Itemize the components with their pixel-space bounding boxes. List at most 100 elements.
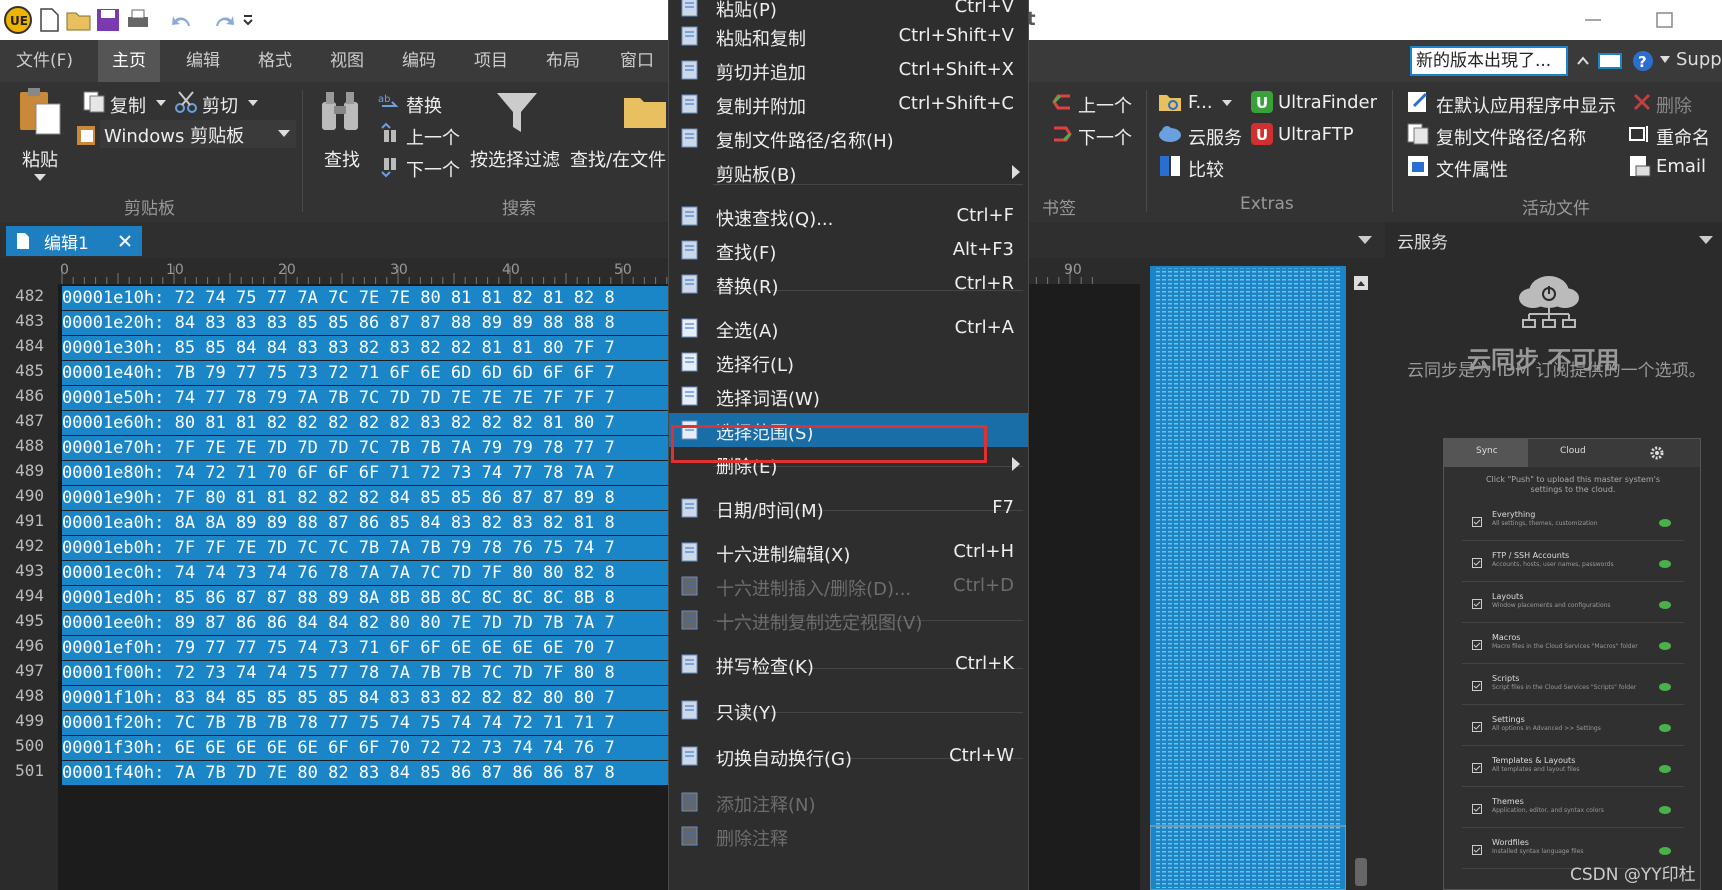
keyboard-icon[interactable] — [1598, 52, 1622, 70]
hex-line[interactable]: 00001e80h: 74 72 71 70 6F 6F 6F 71 72 73… — [62, 461, 672, 485]
email-icon[interactable] — [1628, 154, 1652, 178]
bookmark-prev-label[interactable]: 上一个 — [1078, 92, 1132, 118]
ultrafinder-label[interactable]: UltraFinder — [1278, 92, 1377, 113]
menu-layout[interactable]: 布局 — [546, 40, 580, 82]
paste-icon[interactable] — [16, 86, 62, 136]
hex-line[interactable]: 00001e20h: 84 83 83 83 85 85 86 87 87 88… — [62, 311, 672, 335]
menu-item-clipboard[interactable]: 剪贴板(B) — [669, 155, 1028, 189]
scissors-icon[interactable] — [174, 90, 198, 114]
find-label[interactable]: 查找 — [324, 146, 360, 172]
replace-icon[interactable]: ab — [378, 90, 402, 114]
file-properties-icon[interactable] — [1406, 154, 1430, 178]
email-label[interactable]: Email — [1656, 156, 1706, 177]
open-folder-icon[interactable] — [66, 8, 92, 32]
hex-line[interactable]: 00001ee0h: 89 87 86 86 84 84 82 80 80 7E… — [62, 611, 672, 635]
hex-line[interactable]: 00001f30h: 6E 6E 6E 6E 6E 6F 6F 70 72 72… — [62, 736, 672, 760]
cloud-services-icon[interactable] — [1158, 122, 1182, 146]
menu-project[interactable]: 项目 — [474, 40, 508, 82]
scroll-thumb[interactable] — [1355, 858, 1367, 886]
filter-icon[interactable] — [494, 90, 540, 136]
menu-item-hex-edit[interactable]: 十六进制编辑(X) Ctrl+H — [669, 535, 1028, 569]
hex-line[interactable]: 00001eb0h: 7F 7F 7E 7D 7C 7C 7B 7A 7B 79… — [62, 536, 672, 560]
hex-line[interactable]: 00001ec0h: 74 74 73 74 76 78 7A 7A 7C 7D… — [62, 561, 672, 585]
close-icon[interactable] — [118, 234, 132, 248]
new-file-icon[interactable] — [38, 8, 60, 32]
copy-label[interactable]: 复制 — [110, 92, 146, 118]
copy-dropdown-icon[interactable] — [156, 100, 166, 107]
menu-home[interactable]: 主页 — [98, 40, 160, 82]
filter-label[interactable]: 按选择过滤 — [470, 146, 560, 172]
menu-item-select-all[interactable]: 全选(A) Ctrl+A — [669, 311, 1028, 345]
find-next-label[interactable]: 下一个 — [406, 156, 460, 182]
minimize-icon[interactable] — [1584, 12, 1602, 28]
cloud-services-label[interactable]: 云服务 — [1188, 124, 1242, 150]
bookmark-next-icon[interactable] — [1050, 122, 1074, 146]
menu-view[interactable]: 视图 — [330, 40, 364, 82]
clipboard-dropdown-icon[interactable] — [278, 130, 290, 138]
hex-line[interactable]: 00001e70h: 7F 7E 7E 7D 7D 7D 7C 7B 7B 7A… — [62, 436, 672, 460]
paste-dropdown-icon[interactable] — [34, 174, 46, 182]
undo-icon[interactable] — [170, 10, 194, 30]
menu-window[interactable]: 窗口 — [620, 40, 654, 82]
cut-label[interactable]: 剪切 — [202, 92, 238, 118]
rename-icon[interactable] — [1628, 124, 1652, 144]
show-in-app-icon[interactable] — [1406, 90, 1430, 114]
bookmark-prev-icon[interactable] — [1050, 90, 1074, 114]
rename-label[interactable]: 重命名 — [1656, 124, 1710, 150]
redo-icon[interactable] — [212, 10, 236, 30]
f-dropdown-icon[interactable] — [1222, 100, 1232, 107]
hex-line[interactable]: 00001f40h: 7A 7B 7D 7E 80 82 83 84 85 86… — [62, 761, 672, 785]
panel-dropdown-icon[interactable] — [1699, 236, 1713, 245]
support-label[interactable]: Supp — [1676, 49, 1722, 70]
hex-line[interactable]: 00001e30h: 85 85 84 84 83 83 82 83 82 82… — [62, 336, 672, 360]
find-prev-icon[interactable] — [378, 122, 402, 146]
menu-item-paste-copy[interactable]: 粘贴和复制 Ctrl+Shift+V — [669, 19, 1028, 53]
hex-line[interactable]: 00001e40h: 7B 79 77 75 73 72 71 6F 6E 6D… — [62, 361, 672, 385]
qat-dropdown-icon[interactable] — [242, 14, 254, 26]
ultraftp-icon[interactable]: U — [1250, 122, 1274, 146]
hex-line[interactable]: 00001f10h: 83 84 85 85 85 85 84 83 83 82… — [62, 686, 672, 710]
menu-item-select-line[interactable]: 选择行(L) — [669, 345, 1028, 379]
hex-line[interactable]: 00001e60h: 80 81 81 82 82 82 82 82 83 82… — [62, 411, 672, 435]
update-notice[interactable]: 新的版本出現了... — [1410, 46, 1568, 76]
find-in-files-label[interactable]: 查找/在文件 — [570, 146, 666, 172]
help-icon[interactable]: ? — [1632, 50, 1654, 72]
menu-file[interactable]: 文件(F) — [16, 40, 73, 82]
find-next-icon[interactable] — [378, 154, 402, 178]
find-in-files-icon[interactable] — [622, 88, 668, 134]
hex-line[interactable]: 00001ef0h: 79 77 77 75 74 73 71 6F 6F 6E… — [62, 636, 672, 660]
menu-item-copy-path[interactable]: 复制文件路径/名称(H) — [669, 121, 1028, 155]
menu-item-quick-find[interactable]: 快速查找(Q)... Ctrl+F — [669, 199, 1028, 233]
menu-item-read-only[interactable]: 只读(Y) — [669, 693, 1028, 727]
maximize-icon[interactable] — [1656, 12, 1674, 28]
tab-list-dropdown-icon[interactable] — [1358, 236, 1372, 245]
menu-encoding[interactable]: 编码 — [402, 40, 436, 82]
hex-line[interactable]: 00001e50h: 74 77 78 79 7A 7B 7C 7D 7D 7E… — [62, 386, 672, 410]
print-icon[interactable] — [126, 8, 150, 32]
menu-item-toggle-word-wrap[interactable]: 切换自动换行(G) Ctrl+W — [669, 739, 1028, 773]
menu-item-copy-append[interactable]: 复制并附加 Ctrl+Shift+C — [669, 87, 1028, 121]
minimap[interactable] — [1149, 266, 1347, 890]
file-properties-label[interactable]: 文件属性 — [1436, 156, 1508, 182]
clipboard-select[interactable]: Windows 剪贴板 — [100, 120, 296, 148]
paste-label[interactable]: 粘贴 — [22, 146, 58, 172]
vertical-scrollbar[interactable] — [1350, 266, 1372, 890]
menu-item-find[interactable]: 查找(F) Alt+F3 — [669, 233, 1028, 267]
menu-item-select-word[interactable]: 选择词语(W) — [669, 379, 1028, 413]
hex-line[interactable]: 00001ea0h: 8A 8A 89 89 88 87 86 85 84 83… — [62, 511, 672, 535]
folder-search-icon[interactable] — [1158, 90, 1182, 114]
compare-icon[interactable] — [1158, 154, 1182, 178]
show-in-app-label[interactable]: 在默认应用程序中显示 — [1436, 92, 1616, 118]
menu-item-replace[interactable]: 替换(R) Ctrl+R — [669, 267, 1028, 301]
chevron-up-icon[interactable] — [1576, 54, 1590, 66]
replace-label[interactable]: 替换 — [406, 92, 442, 118]
menu-edit[interactable]: 编辑 — [186, 40, 220, 82]
cut-dropdown-icon[interactable] — [248, 100, 258, 107]
hex-line[interactable]: 00001f00h: 72 73 74 74 75 77 78 7A 7B 7B… — [62, 661, 672, 685]
scroll-up-icon[interactable] — [1354, 276, 1368, 290]
menu-item-date-time[interactable]: 日期/时间(M) F7 — [669, 491, 1028, 525]
tab-edit1[interactable]: 编辑1 — [6, 226, 142, 256]
hex-line[interactable]: 00001e90h: 7F 80 81 81 82 82 82 84 85 85… — [62, 486, 672, 510]
hex-line[interactable]: 00001f20h: 7C 7B 7B 7B 78 77 75 74 75 74… — [62, 711, 672, 735]
compare-label[interactable]: 比较 — [1188, 156, 1224, 182]
